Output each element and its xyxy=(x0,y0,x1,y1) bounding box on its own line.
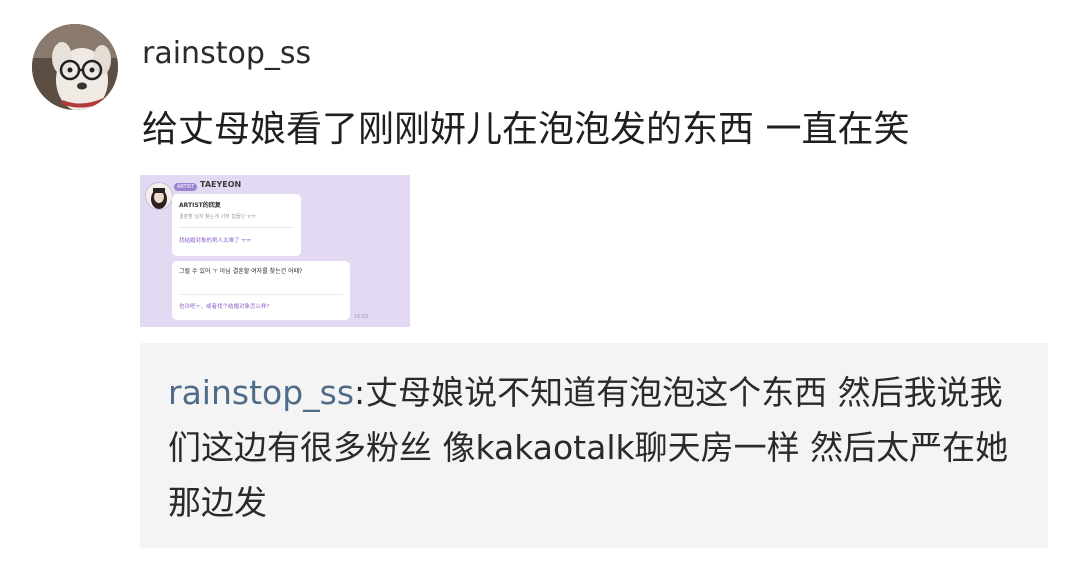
comment-separator: : xyxy=(354,373,366,412)
dog-avatar-image xyxy=(32,24,118,110)
divider xyxy=(179,227,294,228)
divider xyxy=(179,294,343,295)
post-username[interactable]: rainstop_ss xyxy=(142,34,311,74)
artist-name: TAEYEON xyxy=(200,180,242,189)
message-bubble: 그럴 수 있어 ㅜ 아님 결혼할 여자를 찾는건 어때? 也许吧ㅜ，或者找个结婚… xyxy=(172,261,350,320)
reply-original-text: 결혼할 남자 찾는게 너무 힘들다 ㅠㅠ xyxy=(179,214,256,220)
comment-body: rainstop_ss:丈母娘说不知道有泡泡这个东西 然后我说我们这边有很多粉丝… xyxy=(168,365,1028,530)
message-time: 16:55 xyxy=(354,314,369,320)
reply-title: ARTIST的回复 xyxy=(179,202,221,209)
user-avatar[interactable] xyxy=(32,24,118,110)
message-original-text: 그럴 수 있어 ㅜ 아님 결혼할 여자를 찾는건 어때? xyxy=(179,268,303,275)
reply-translation: 找结婚对象的男人太难了 ㅠㅠ xyxy=(179,238,252,244)
comment-username[interactable]: rainstop_ss xyxy=(168,373,354,412)
message-translation: 也许吧ㅜ，或者找个结婚对象怎么样? xyxy=(179,304,270,310)
reply-bubble: ARTIST的回复 결혼할 남자 찾는게 너무 힘들다 ㅠㅠ 找结婚对象的男人太… xyxy=(172,194,301,256)
artist-badge: ARTIST xyxy=(174,183,198,191)
quoted-comment: rainstop_ss:丈母娘说不知道有泡泡这个东西 然后我说我们这边有很多粉丝… xyxy=(140,343,1048,548)
post-text: 给丈母娘看了刚刚妍儿在泡泡发的东西 一直在笑 xyxy=(142,109,910,150)
artist-avatar xyxy=(145,182,173,210)
attached-screenshot[interactable]: ARTIST TAEYEON ARTIST的回复 결혼할 남자 찾는게 너무 힘… xyxy=(140,175,410,327)
